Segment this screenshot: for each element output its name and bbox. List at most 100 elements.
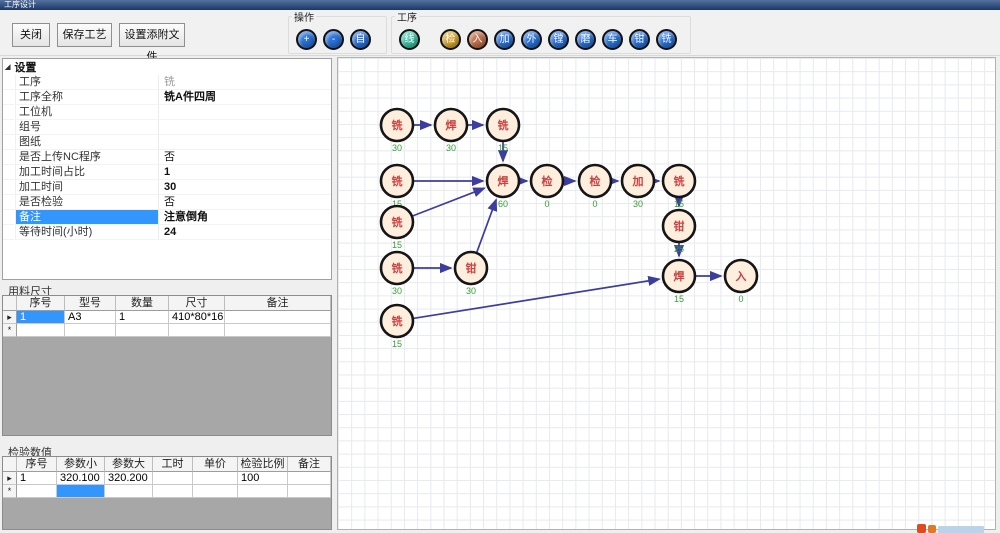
toolbar-group-operations: 操作 +-自	[288, 16, 387, 54]
table-cell[interactable]	[105, 485, 153, 498]
property-label[interactable]: 工序全称	[16, 90, 158, 104]
column-header[interactable]: 备注	[225, 296, 331, 311]
property-label[interactable]: 加工时间	[16, 180, 158, 194]
property-value[interactable]: 铣A件四周	[158, 90, 331, 104]
close-button[interactable]: 关闭	[12, 23, 50, 47]
column-header[interactable]: 备注	[288, 457, 331, 472]
process-node-铣-n1[interactable]: 铣30	[381, 109, 413, 153]
process-milling-button[interactable]: 铣	[656, 29, 677, 50]
column-header[interactable]: 单价	[193, 457, 238, 472]
table-cell[interactable]	[57, 485, 105, 498]
table-cell[interactable]	[17, 324, 65, 337]
svg-text:0: 0	[544, 199, 549, 209]
table-cell[interactable]	[225, 311, 331, 324]
property-value[interactable]: 否	[158, 195, 331, 209]
svg-text:30: 30	[466, 286, 476, 296]
property-value[interactable]: 24	[158, 225, 331, 239]
process-node-铣-n3[interactable]: 铣15	[487, 109, 519, 153]
property-value[interactable]	[158, 120, 331, 134]
process-boring-button[interactable]: 镗	[548, 29, 569, 50]
column-header[interactable]: 尺寸	[169, 296, 225, 311]
process-lathe-button[interactable]: 车	[602, 29, 623, 50]
save-process-button[interactable]: 保存工艺	[57, 23, 112, 47]
process-node-检-n8[interactable]: 检0	[579, 165, 611, 209]
process-node-铣-n14[interactable]: 铣30	[381, 252, 413, 296]
property-label[interactable]: 是否检验	[16, 195, 158, 209]
process-node-入-n13[interactable]: 入0	[725, 260, 757, 304]
table-cell[interactable]	[238, 485, 288, 498]
table-cell[interactable]: 1	[116, 311, 169, 324]
column-header[interactable]: 型号	[65, 296, 116, 311]
column-header[interactable]: 序号	[17, 296, 65, 311]
property-row-gutter	[3, 195, 16, 209]
auto-button[interactable]: 自	[350, 29, 371, 50]
operations-group-label: 操作	[292, 14, 316, 24]
table-cell[interactable]	[193, 472, 238, 485]
process-diagram: 铣30焊30铣15铣15铣15焊60检0检0加30铣15钳25焊15入0铣30钳…	[338, 58, 995, 529]
table-cell[interactable]	[169, 324, 225, 337]
column-header[interactable]: 数量	[116, 296, 169, 311]
process-node-检-n7[interactable]: 检0	[531, 165, 563, 209]
process-inspect-button[interactable]: 检	[440, 29, 461, 50]
process-node-钳-n15[interactable]: 钳30	[455, 252, 487, 296]
property-label[interactable]: 工序	[16, 75, 158, 89]
property-label[interactable]: 工位机	[16, 105, 158, 119]
property-label[interactable]: 是否上传NC程序	[16, 150, 158, 164]
table-cell[interactable]	[225, 324, 331, 337]
table-cell[interactable]: 320.100	[57, 472, 105, 485]
property-value[interactable]: 铣	[158, 75, 331, 89]
process-grinding-button[interactable]: 磨	[575, 29, 596, 50]
process-node-焊-n12[interactable]: 焊15	[663, 260, 695, 304]
process-wire-button[interactable]: 线	[399, 29, 420, 50]
process-outsource-button[interactable]: 外	[521, 29, 542, 50]
table-cell[interactable]	[116, 324, 169, 337]
column-header[interactable]: 检验比例	[238, 457, 288, 472]
property-label[interactable]: 加工时间占比	[16, 165, 158, 179]
process-diagram-canvas[interactable]: 铣30焊30铣15铣15铣15焊60检0检0加30铣15钳25焊15入0铣30钳…	[337, 57, 996, 530]
process-node-铣-n4[interactable]: 铣15	[381, 165, 413, 209]
svg-text:焊: 焊	[498, 174, 509, 188]
svg-text:钳: 钳	[674, 219, 685, 233]
table-cell[interactable]	[153, 472, 193, 485]
table-cell[interactable]: 1	[17, 472, 57, 485]
column-header[interactable]: 参数小	[57, 457, 105, 472]
set-attachment-button[interactable]: 设置添附文件	[119, 23, 185, 47]
table-cell[interactable]: 100	[238, 472, 288, 485]
property-category[interactable]: ◢ 设置	[3, 59, 331, 75]
property-value[interactable]	[158, 135, 331, 149]
table-cell[interactable]: 1	[17, 311, 65, 324]
property-label[interactable]: 图纸	[16, 135, 158, 149]
property-label[interactable]: 备注	[16, 210, 158, 224]
column-header[interactable]: 序号	[17, 457, 57, 472]
process-bench-button[interactable]: 钳	[629, 29, 650, 50]
add-node-button[interactable]: +	[296, 29, 317, 50]
property-value[interactable]: 否	[158, 150, 331, 164]
table-cell[interactable]	[288, 485, 331, 498]
remove-node-button[interactable]: -	[323, 29, 344, 50]
column-header[interactable]: 参数大	[105, 457, 153, 472]
property-label[interactable]: 组号	[16, 120, 158, 134]
process-node-焊-n2[interactable]: 焊30	[435, 109, 467, 153]
table-cell[interactable]: 410*80*16	[169, 311, 225, 324]
process-node-焊-n6[interactable]: 焊60	[487, 165, 519, 209]
process-node-铣-n10[interactable]: 铣15	[663, 165, 695, 209]
process-node-钳-n11[interactable]: 钳25	[663, 210, 695, 254]
process-node-加-n9[interactable]: 加30	[622, 165, 654, 209]
table-cell[interactable]	[65, 324, 116, 337]
process-storage-button[interactable]: 入	[467, 29, 488, 50]
table-cell[interactable]	[193, 485, 238, 498]
property-value[interactable]: 1	[158, 165, 331, 179]
property-label[interactable]: 等待时间(小时)	[16, 225, 158, 239]
property-value[interactable]: 30	[158, 180, 331, 194]
table-cell[interactable]	[153, 485, 193, 498]
property-value[interactable]: 注意倒角	[158, 210, 331, 224]
property-value[interactable]	[158, 105, 331, 119]
table-cell[interactable]: A3	[65, 311, 116, 324]
table-cell[interactable]: 320.200	[105, 472, 153, 485]
process-node-铣-n5[interactable]: 铣15	[381, 206, 413, 250]
table-cell[interactable]	[288, 472, 331, 485]
table-cell[interactable]	[17, 485, 57, 498]
process-node-铣-n16[interactable]: 铣15	[381, 305, 413, 349]
column-header[interactable]: 工时	[153, 457, 193, 472]
process-machining-button[interactable]: 加	[494, 29, 515, 50]
